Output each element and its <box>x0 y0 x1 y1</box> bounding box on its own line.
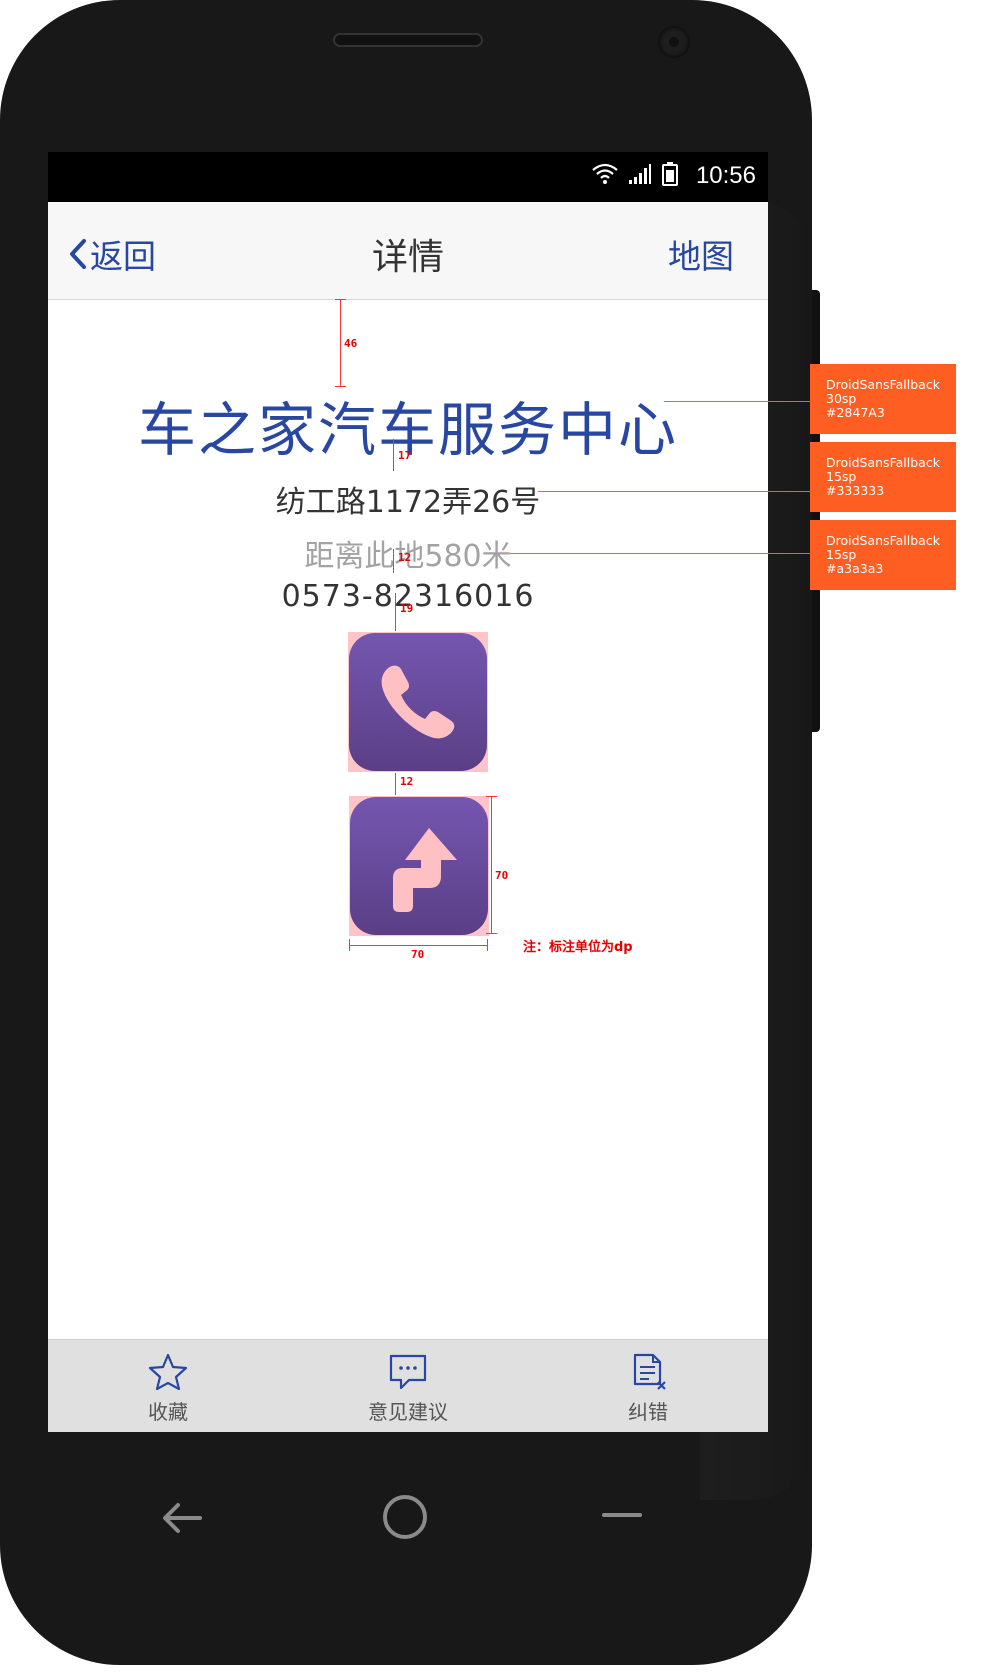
annotation-leader <box>510 553 810 554</box>
dimension-tick <box>349 939 350 951</box>
spacing-tick <box>335 299 346 300</box>
dimension-tick <box>487 939 488 951</box>
back-arrow-icon[interactable] <box>160 1500 204 1536</box>
tab-label: 收藏 <box>148 1400 188 1424</box>
tab-favorite[interactable]: 收藏 <box>48 1340 288 1432</box>
bottom-tab-bar: 收藏 意见建议 纠错 <box>48 1339 768 1432</box>
spec-callout-distance: DroidSansFallback 15sp #a3a3a3 <box>810 520 956 590</box>
dimension-label: 70 <box>495 869 509 882</box>
spacing-label: 12 <box>400 775 414 788</box>
dimension-tick <box>486 933 497 934</box>
store-address: 纺工路1172弄26号 <box>275 485 541 520</box>
dimension-line <box>491 796 492 934</box>
home-circle-icon[interactable] <box>380 1492 430 1542</box>
tab-feedback[interactable]: 意见建议 <box>288 1340 528 1432</box>
spec-color: #a3a3a3 <box>826 561 884 576</box>
detail-content: 46 车之家汽车服务中心 17 纺工路1172弄26号 距离此地580米 12 … <box>48 299 768 1339</box>
call-button[interactable] <box>348 632 488 772</box>
route-turn-icon <box>393 828 457 912</box>
star-icon <box>148 1353 188 1391</box>
spacing-label: 12 <box>398 551 412 564</box>
spacing-line <box>340 299 341 387</box>
navigate-button[interactable] <box>349 796 489 936</box>
phone-frame: 10:56 返回 详情 地图 46 车之家汽车服务中心 17 纺工路1172弄2… <box>0 0 812 1665</box>
status-bar: 10:56 <box>48 152 768 202</box>
tab-label: 意见建议 <box>368 1400 448 1424</box>
battery-icon <box>662 162 678 186</box>
top-navigation-bar: 返回 详情 地图 <box>48 202 768 300</box>
clock: 10:56 <box>695 162 756 189</box>
spec-size: 15sp <box>826 547 857 562</box>
spec-color: #333333 <box>826 483 885 498</box>
dimension-tick <box>486 796 497 797</box>
spacing-line <box>393 439 394 471</box>
dimension-label: 70 <box>411 948 425 961</box>
spacing-line <box>393 549 394 573</box>
earpiece-speaker <box>333 33 483 47</box>
spec-font: DroidSansFallback <box>826 455 940 470</box>
dimension-line <box>349 945 488 946</box>
annotation-leader <box>538 491 810 492</box>
feedback-chat-icon <box>389 1354 427 1390</box>
spacing-label: 17 <box>398 449 412 462</box>
annotation-leader <box>664 401 810 402</box>
spec-color: #2847A3 <box>826 405 885 420</box>
spec-size: 30sp <box>826 391 857 406</box>
spec-callout-title: DroidSansFallback 30sp #2847A3 <box>810 364 956 434</box>
spec-size: 15sp <box>826 469 857 484</box>
wifi-icon <box>592 163 618 184</box>
document-error-icon <box>633 1353 666 1390</box>
spacing-line <box>395 773 396 795</box>
spec-font: DroidSansFallback <box>826 377 940 392</box>
spacing-label: 19 <box>400 602 414 615</box>
spec-font: DroidSansFallback <box>826 533 940 548</box>
spacing-label: 46 <box>344 337 358 350</box>
map-button[interactable]: 地图 <box>668 230 734 278</box>
tab-label: 纠错 <box>628 1400 668 1424</box>
page-title: 详情 <box>371 237 444 278</box>
spacing-line <box>395 593 396 631</box>
front-camera <box>658 26 690 58</box>
signal-icon <box>629 164 651 184</box>
recent-apps-icon[interactable] <box>602 1510 642 1520</box>
spec-callout-address: DroidSansFallback 15sp #333333 <box>810 442 956 512</box>
tab-correction[interactable]: 纠错 <box>528 1340 768 1432</box>
unit-note: 注：标注单位为dp <box>523 940 633 955</box>
app-screen: 10:56 返回 详情 地图 46 车之家汽车服务中心 17 纺工路1172弄2… <box>48 152 768 1432</box>
phone-icon <box>381 665 455 739</box>
